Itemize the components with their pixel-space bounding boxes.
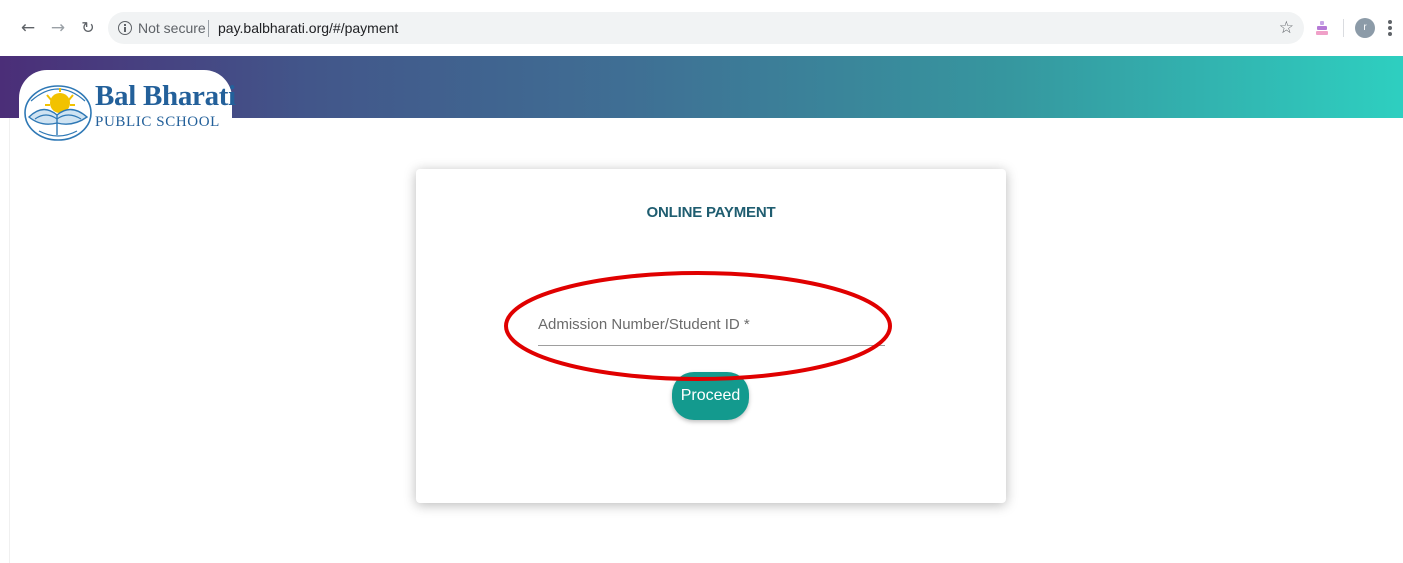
page: ← → ↻ Not secure pay.balbharati.org/#/pa… [0, 0, 1403, 563]
school-subtitle: PUBLIC SCHOOL [95, 114, 220, 130]
student-id-field[interactable] [538, 304, 885, 346]
info-icon[interactable] [118, 21, 132, 35]
payment-card: ONLINE PAYMENT Proceed [416, 169, 1006, 503]
card-title: ONLINE PAYMENT [646, 204, 776, 221]
page-edge-line [9, 118, 10, 563]
school-logo[interactable]: Bal Bharati PUBLIC SCHOOL [19, 70, 236, 145]
url-text[interactable]: pay.balbharati.org/#/payment [218, 20, 398, 36]
bookmark-star-icon[interactable]: ☆ [1279, 17, 1294, 39]
more-menu-icon[interactable] [1388, 20, 1392, 36]
address-divider [208, 20, 209, 37]
proceed-button[interactable]: Proceed [672, 372, 749, 420]
browser-toolbar: ← → ↻ Not secure pay.balbharati.org/#/pa… [0, 0, 1403, 56]
school-name: Bal Bharati [95, 80, 236, 112]
extension-icon[interactable] [1316, 21, 1328, 35]
toolbar-divider [1343, 19, 1344, 37]
forward-arrow-icon[interactable]: → [48, 18, 68, 38]
student-id-input[interactable] [538, 304, 885, 345]
profile-avatar[interactable]: r [1355, 18, 1375, 38]
address-bar[interactable]: Not secure pay.balbharati.org/#/payment … [108, 12, 1304, 44]
input-underline [538, 345, 885, 346]
security-label[interactable]: Not secure [138, 20, 206, 36]
school-emblem-icon [24, 85, 92, 141]
back-arrow-icon[interactable]: ← [18, 18, 38, 38]
reload-icon[interactable]: ↻ [78, 18, 98, 38]
